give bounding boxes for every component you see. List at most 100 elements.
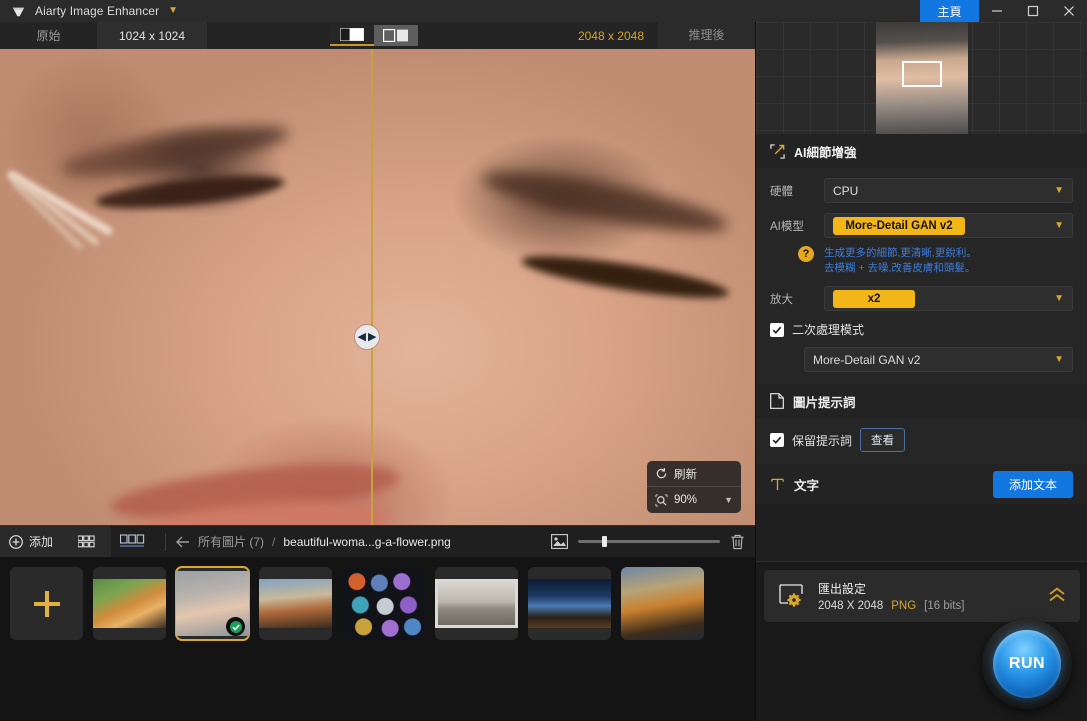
back-arrow-icon[interactable] xyxy=(176,536,190,548)
export-texts: 匯出設定 2048 X 2048 PNG [16 bits] xyxy=(818,580,964,612)
model-hint-line-1: 生成更多的細節,更清晰,更銳利。 xyxy=(824,246,977,261)
navigator-viewport-rect[interactable] xyxy=(902,61,942,87)
thumbnail-image xyxy=(435,579,518,628)
chevron-down-icon: ▼ xyxy=(1054,293,1064,304)
list-view-button[interactable] xyxy=(111,526,155,558)
check-icon xyxy=(772,325,782,335)
model-row: AI模型 More-Detail GAN v2 ▼ xyxy=(770,213,1073,238)
view-mode-toggle[interactable] xyxy=(330,25,418,46)
text-section-title: 文字 xyxy=(794,475,819,494)
home-button[interactable]: 主頁 xyxy=(920,0,979,22)
processed-check-badge xyxy=(226,617,245,636)
maximize-button[interactable] xyxy=(1015,0,1051,22)
run-button[interactable]: RUN xyxy=(993,630,1061,698)
second-pass-model-select[interactable]: More-Detail GAN v2 ▼ xyxy=(804,347,1073,372)
view-prompt-button[interactable]: 查看 xyxy=(860,428,905,452)
model-value: More-Detail GAN v2 xyxy=(833,217,965,235)
app-logo-icon xyxy=(7,0,29,22)
upscale-row: 放大 x2 ▼ xyxy=(770,286,1073,311)
image-detail-eye-right xyxy=(519,248,730,307)
original-dimensions: 1024 x 1024 xyxy=(97,22,207,49)
chevron-down-icon[interactable]: ▼ xyxy=(168,6,178,16)
thumbnail-size-slider[interactable] xyxy=(578,540,720,543)
thumbnail-icons[interactable] xyxy=(342,567,425,640)
add-text-button[interactable]: 添加文本 xyxy=(993,471,1073,498)
thumbnail-beach[interactable] xyxy=(435,567,518,640)
run-button-wrapper[interactable]: RUN xyxy=(982,619,1072,709)
model-hint: ? 生成更多的細節,更清晰,更銳利。 去模糊 + 去噪,改善皮膚和頭髮。 xyxy=(770,246,1073,276)
split-view-icon[interactable] xyxy=(374,25,418,46)
thumbnail-duomo[interactable] xyxy=(259,567,332,640)
comparison-divider-handle[interactable]: ◀ ▶ xyxy=(355,325,379,349)
upscale-select[interactable]: x2 ▼ xyxy=(824,286,1073,311)
second-pass-checkbox[interactable] xyxy=(770,323,784,337)
comparison-divider xyxy=(371,49,373,525)
second-pass-row[interactable]: 二次處理模式 xyxy=(770,321,1073,338)
zoom-icon xyxy=(655,494,668,507)
export-icon xyxy=(778,584,806,608)
ai-section-title: AI細節增強 xyxy=(794,142,857,161)
image-detail-nose xyxy=(0,49,180,199)
thumbnail-image xyxy=(259,579,332,628)
hardware-select[interactable]: CPU ▼ xyxy=(824,178,1073,203)
zoom-level-value: 90% xyxy=(674,494,697,506)
keep-prompt-checkbox[interactable] xyxy=(770,433,784,447)
thumbnail-image xyxy=(93,579,166,628)
ai-section-body: 硬體 CPU ▼ AI模型 More-Detail GAN v2 ▼ ? 生成更… xyxy=(756,168,1087,384)
app-window: Aiarty Image Enhancer ▼ 主頁 原始 1024 x 102… xyxy=(0,0,1087,721)
help-icon[interactable]: ? xyxy=(798,246,814,262)
thumbnail-strip[interactable] xyxy=(0,557,755,721)
image-bar-right: 2048 x 2048 推理後 xyxy=(564,22,755,49)
refresh-button[interactable]: 刷新 xyxy=(647,461,741,487)
grid-view-icon xyxy=(78,535,100,549)
navigator-preview[interactable] xyxy=(756,22,1087,134)
close-button[interactable] xyxy=(1051,0,1087,22)
add-image-button[interactable]: 添加 xyxy=(0,526,67,558)
keep-prompt-row[interactable]: 保留提示詞 查看 xyxy=(770,428,1073,452)
slider-knob[interactable] xyxy=(602,536,607,547)
refresh-icon xyxy=(655,467,668,480)
thumbnail-woman[interactable] xyxy=(176,567,249,640)
hardware-row: 硬體 CPU ▼ xyxy=(770,178,1073,203)
keep-prompt-label: 保留提示詞 xyxy=(792,432,852,449)
add-thumbnail[interactable] xyxy=(10,567,83,640)
thumbnail-mountain[interactable] xyxy=(528,567,611,640)
zoom-level-selector[interactable]: 90% ▼ xyxy=(647,487,741,513)
image-preview-canvas[interactable]: ◀ ▶ 刷新 90% ▼ xyxy=(0,49,755,525)
breadcrumb-filename: beautiful-woma...g-a-flower.png xyxy=(283,535,450,549)
image-detail-brow-right xyxy=(479,160,731,243)
minimize-button[interactable] xyxy=(979,0,1015,22)
prompt-section-header: 圖片提示詞 xyxy=(756,384,1087,418)
model-select[interactable]: More-Detail GAN v2 ▼ xyxy=(824,213,1073,238)
document-icon xyxy=(770,393,784,409)
plus-icon xyxy=(34,591,60,617)
bottom-toolbar: 添加 所有圖片 (7) / beautifu xyxy=(0,525,755,557)
right-sidebar: AI細節增強 硬體 CPU ▼ AI模型 More-Detail GAN v2 … xyxy=(755,22,1087,721)
add-image-label: 添加 xyxy=(29,533,53,550)
chevron-down-icon: ▼ xyxy=(1054,220,1064,231)
delete-icon[interactable] xyxy=(730,534,745,550)
thumbnail-tiger[interactable] xyxy=(93,567,166,640)
toolbar-separator xyxy=(165,533,166,551)
text-section-left: 文字 xyxy=(770,475,819,494)
breadcrumb-separator: / xyxy=(272,535,275,549)
grid-view-button[interactable] xyxy=(67,526,111,558)
check-icon xyxy=(772,435,782,445)
chevron-down-icon: ▼ xyxy=(1054,354,1064,365)
upscale-label: 放大 xyxy=(770,291,814,307)
model-hint-line-2: 去模糊 + 去噪,改善皮膚和頭髮。 xyxy=(824,261,977,276)
breadcrumb-all-images[interactable]: 所有圖片 (7) xyxy=(198,533,264,550)
arrow-left-icon: ◀ xyxy=(358,332,366,343)
export-settings-card[interactable]: 匯出設定 2048 X 2048 PNG [16 bits] xyxy=(764,570,1080,622)
single-view-icon[interactable] xyxy=(330,25,374,46)
result-dimensions: 2048 x 2048 xyxy=(564,29,658,43)
expand-arrow-icon xyxy=(770,144,785,159)
thumbnail-fantasy[interactable] xyxy=(621,567,704,640)
export-panel: 匯出設定 2048 X 2048 PNG [16 bits] RUN xyxy=(756,561,1087,721)
arrow-right-icon: ▶ xyxy=(368,332,376,343)
second-pass-model-value: More-Detail GAN v2 xyxy=(813,353,920,367)
chevron-up-double-icon[interactable] xyxy=(1048,587,1066,606)
export-format: PNG xyxy=(891,600,916,612)
thumbnail-size-controls xyxy=(551,534,755,550)
export-dimensions: 2048 X 2048 xyxy=(818,600,883,612)
